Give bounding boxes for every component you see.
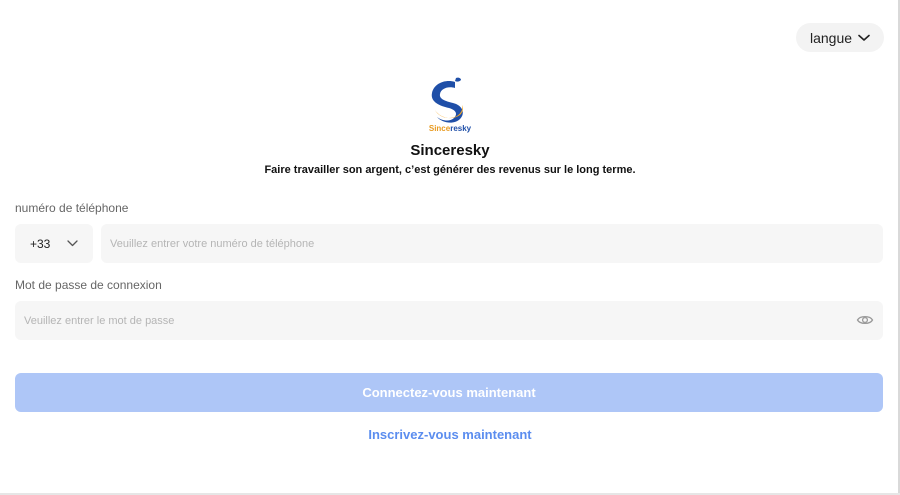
password-label: Mot de passe de connexion	[15, 278, 162, 292]
app-title: Sinceresky	[410, 142, 490, 159]
login-button[interactable]: Connectez-vous maintenant	[15, 373, 883, 412]
language-selector[interactable]: langue	[796, 23, 884, 52]
phone-label: numéro de téléphone	[15, 201, 129, 215]
svg-text:Sinceresky: Sinceresky	[429, 124, 472, 133]
register-link[interactable]: Inscrivez-vous maintenant	[0, 427, 900, 442]
language-label: langue	[809, 29, 853, 46]
tagline: Faire travailler son argent, c’est génér…	[264, 164, 636, 176]
login-page: langue Sinceresky Sinceresky Faire trava…	[0, 0, 900, 495]
country-code-value: +33	[30, 236, 51, 251]
brand-logo: Sinceresky	[429, 77, 472, 133]
chevron-down-icon	[67, 240, 78, 247]
password-input[interactable]	[15, 301, 883, 340]
eye-icon[interactable]	[856, 312, 874, 328]
login-button-label: Connectez-vous maintenant	[362, 385, 536, 400]
phone-input[interactable]	[101, 224, 883, 263]
chevron-down-icon	[858, 34, 870, 41]
country-code-select[interactable]: +33	[15, 224, 93, 263]
